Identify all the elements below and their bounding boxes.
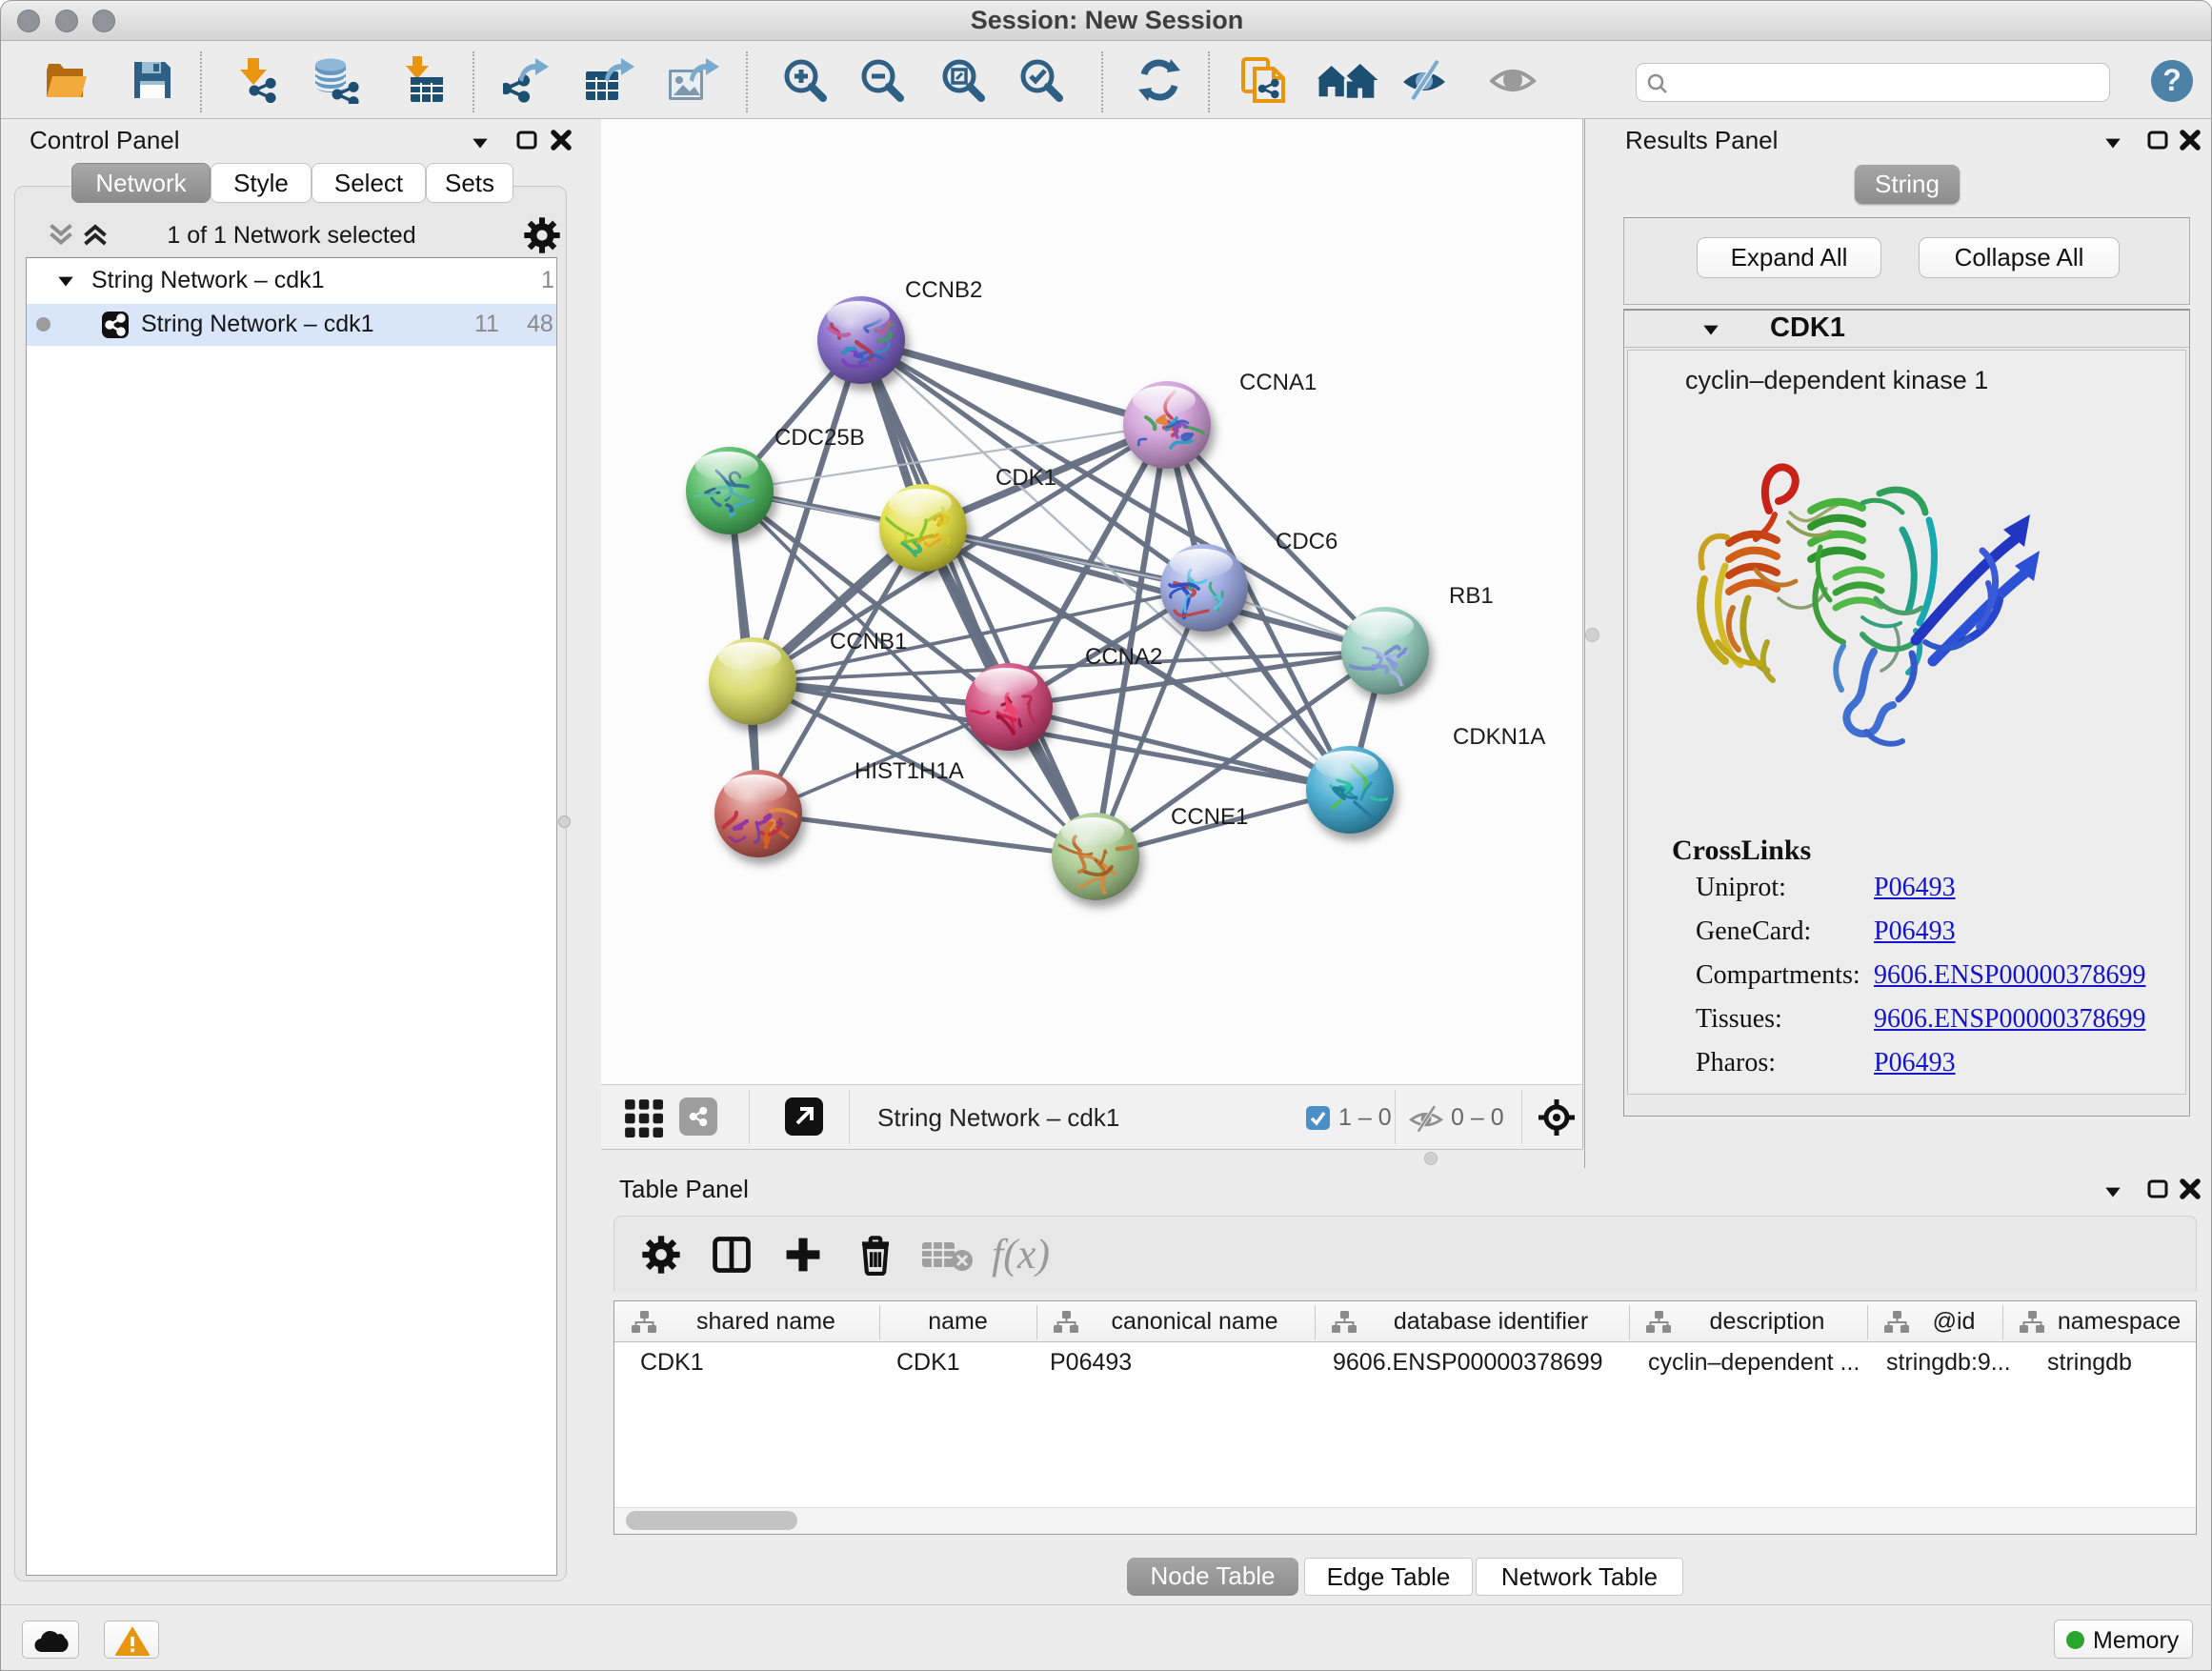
svg-text:CCNB1: CCNB1 bbox=[830, 629, 907, 654]
svg-text:CDC25B: CDC25B bbox=[774, 425, 865, 451]
svg-text:CDKN1A: CDKN1A bbox=[1453, 724, 1545, 750]
svg-text:HIST1H1A: HIST1H1A bbox=[855, 758, 964, 784]
svg-text:CDC6: CDC6 bbox=[1276, 529, 1337, 554]
svg-text:RB1: RB1 bbox=[1449, 583, 1494, 609]
svg-text:CCNA2: CCNA2 bbox=[1085, 644, 1162, 670]
svg-text:CCNB2: CCNB2 bbox=[905, 277, 982, 303]
svg-text:CDK1: CDK1 bbox=[995, 465, 1056, 491]
svg-text:?: ? bbox=[2162, 63, 2182, 97]
svg-text:CCNA1: CCNA1 bbox=[1239, 370, 1317, 395]
svg-text:CCNE1: CCNE1 bbox=[1171, 804, 1248, 830]
